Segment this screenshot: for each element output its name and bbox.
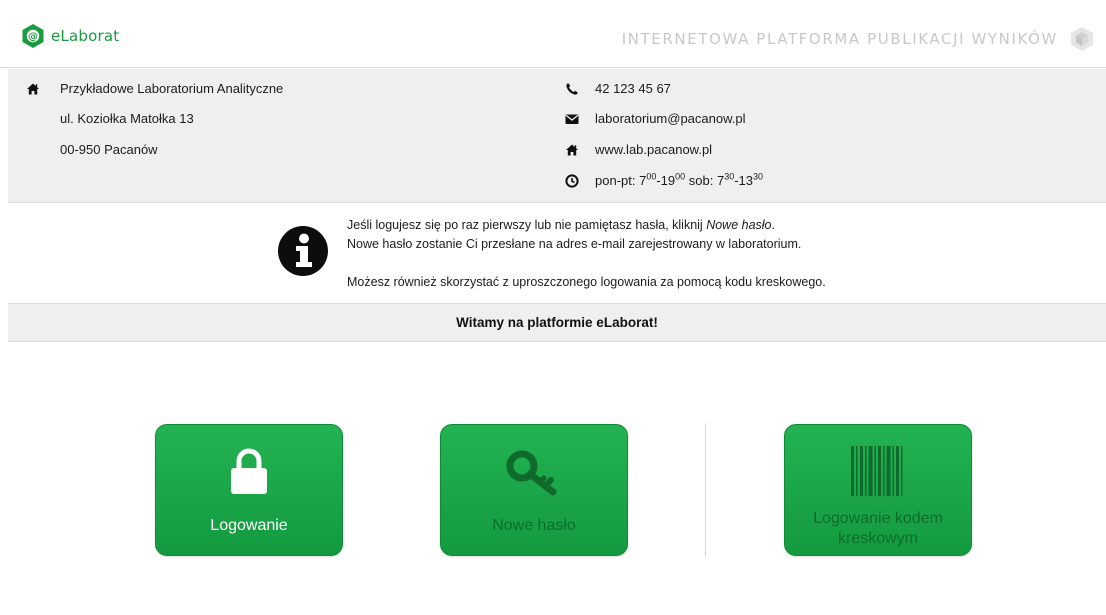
brand[interactable]: @ eLaborat bbox=[22, 24, 119, 48]
phone-row: 42 123 45 67 bbox=[565, 81, 671, 96]
at-sign-hexagon-icon: @ bbox=[22, 24, 44, 48]
info-spacer bbox=[347, 254, 907, 273]
new-password-button[interactable]: Nowe hasło bbox=[440, 424, 628, 556]
envelope-icon bbox=[565, 112, 579, 126]
phone-number[interactable]: 42 123 45 67 bbox=[595, 81, 671, 96]
city: 00-950 Pacanów bbox=[60, 142, 158, 157]
info-line-2: Nowe hasło zostanie Ci przesłane na adre… bbox=[347, 237, 802, 251]
barcode-login-label: Logowanie kodem kreskowym bbox=[813, 510, 943, 547]
welcome-banner: Witamy na platformie eLaborat! bbox=[8, 303, 1106, 342]
info-line-1: Jeśli logujesz się po raz pierwszy lub n… bbox=[347, 218, 775, 232]
login-button[interactable]: Logowanie bbox=[155, 424, 343, 556]
lab-name: Przykładowe Laboratorium Analityczne bbox=[60, 81, 284, 96]
info-line-3: Możesz również skorzystać z uproszczoneg… bbox=[347, 275, 826, 289]
new-password-label: Nowe hasło bbox=[492, 517, 576, 534]
clock-icon bbox=[565, 173, 579, 188]
cube-icon bbox=[1071, 27, 1093, 51]
info-icon bbox=[278, 226, 328, 276]
login-label: Logowanie bbox=[210, 517, 288, 534]
phone-icon bbox=[565, 82, 579, 96]
barcode-login-button[interactable]: Logowanie kodem kreskowym bbox=[784, 424, 972, 556]
divider bbox=[705, 423, 706, 557]
home-icon bbox=[565, 143, 579, 157]
home-icon bbox=[26, 82, 40, 96]
website-row: www.lab.pacanow.pl bbox=[565, 142, 712, 157]
street: ul. Koziołka Matołka 13 bbox=[60, 111, 194, 126]
svg-text:@: @ bbox=[28, 32, 38, 43]
email-row: laboratorium@pacanow.pl bbox=[565, 111, 746, 126]
opening-hours: pon-pt: 700-1900 sob: 730-1330 bbox=[595, 171, 764, 188]
lab-name-row: Przykładowe Laboratorium Analityczne bbox=[26, 81, 283, 96]
email-link[interactable]: laboratorium@pacanow.pl bbox=[595, 111, 746, 126]
lock-icon bbox=[231, 448, 267, 494]
info-message: Jeśli logujesz się po raz pierwszy lub n… bbox=[347, 216, 907, 292]
opening-hours-row: pon-pt: 700-1900 sob: 730-1330 bbox=[565, 171, 764, 188]
key-icon bbox=[506, 450, 557, 496]
platform-title: INTERNETOWA PLATFORMA PUBLIKACJI WYNIKÓW bbox=[621, 30, 1058, 48]
brand-name: eLaborat bbox=[51, 27, 120, 45]
barcode-icon bbox=[851, 446, 903, 496]
top-header: @ eLaborat INTERNETOWA PLATFORMA PUBLIKA… bbox=[0, 0, 1106, 68]
website-link[interactable]: www.lab.pacanow.pl bbox=[595, 142, 712, 157]
